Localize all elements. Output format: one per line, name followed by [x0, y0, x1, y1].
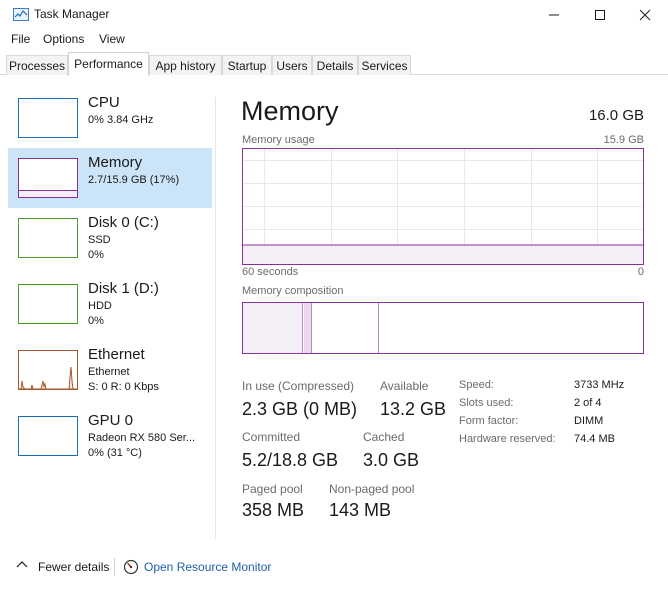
slots-used-label: Slots used:: [459, 397, 514, 409]
memory-composition-bar: [242, 302, 644, 354]
tab-startup[interactable]: Startup: [222, 55, 272, 75]
total-memory: 16.0 GB: [588, 107, 644, 124]
tab-app-history[interactable]: App history: [149, 55, 222, 75]
sidebar-item-name: Memory: [88, 154, 143, 171]
resource-monitor-icon[interactable]: [123, 559, 139, 575]
panel-divider: [215, 97, 216, 539]
window-title: Task Manager: [34, 7, 110, 21]
composition-modified: [304, 303, 312, 353]
graph-time-end: 0: [637, 266, 644, 278]
sidebar-item-disk-1[interactable]: Disk 1 (D:) HDD 0%: [8, 274, 212, 334]
close-icon: [639, 9, 651, 21]
non-paged-pool-label: Non-paged pool: [329, 482, 415, 496]
task-manager-icon: [13, 8, 29, 21]
tab-processes[interactable]: Processes: [6, 55, 68, 75]
sidebar-item-name: Disk 1 (D:): [88, 280, 159, 297]
maximize-button[interactable]: [577, 0, 623, 30]
maximize-icon: [595, 10, 605, 20]
page-title: Memory: [241, 96, 339, 126]
form-factor-value: DIMM: [574, 415, 604, 427]
sidebar-item-type: Radeon RX 580 Ser...: [88, 432, 196, 444]
memory-usage-max: 15.9 GB: [603, 134, 644, 146]
minimize-button[interactable]: [531, 0, 577, 30]
sidebar-item-detail: 2.7/15.9 GB (17%): [88, 174, 180, 186]
committed-label: Committed: [242, 430, 301, 444]
paged-pool-label: Paged pool: [242, 482, 303, 496]
memory-composition-label: Memory composition: [242, 285, 344, 297]
cpu-thumbnail-graph: [18, 98, 78, 138]
form-factor-label: Form factor:: [459, 415, 519, 427]
footer-separator: [114, 558, 115, 576]
sidebar-item-detail: 0% (31 °C): [88, 447, 142, 459]
chevron-up-icon[interactable]: [16, 560, 28, 570]
minimize-icon: [549, 14, 559, 16]
composition-in-use: [243, 303, 303, 353]
available-value: 13.2 GB: [380, 399, 447, 419]
sidebar-item-cpu[interactable]: CPU 0% 3.84 GHz: [8, 88, 212, 148]
sidebar-item-type: SSD: [88, 234, 111, 246]
menu-options[interactable]: Options: [43, 32, 84, 46]
tab-performance[interactable]: Performance: [68, 52, 149, 76]
title-bar[interactable]: Task Manager: [0, 0, 668, 30]
sidebar-item-disk-0[interactable]: Disk 0 (C:) SSD 0%: [8, 208, 212, 268]
memory-usage-label: Memory usage: [242, 134, 315, 146]
sidebar-item-ethernet[interactable]: Ethernet Ethernet S: 0 R: 0 Kbps: [8, 340, 212, 400]
memory-thumbnail-graph: [18, 158, 78, 198]
sidebar-item-name: GPU 0: [88, 412, 134, 429]
composition-standby: [313, 303, 379, 353]
sidebar-item-name: Ethernet: [88, 346, 145, 363]
menu-bar: File Options View: [0, 30, 668, 50]
tab-services[interactable]: Services: [358, 55, 411, 75]
memory-usage-area: [243, 244, 643, 264]
sidebar-item-type: HDD: [88, 300, 112, 312]
paged-pool-value: 358 MB: [242, 500, 305, 520]
task-manager-window: Task Manager File Options View Processes…: [0, 0, 668, 593]
disk-1-thumbnail-graph: [18, 284, 78, 324]
fewer-details-button[interactable]: Fewer details: [38, 560, 109, 574]
tab-details[interactable]: Details: [312, 55, 358, 75]
tab-users[interactable]: Users: [272, 55, 312, 75]
sidebar-item-gpu-0[interactable]: GPU 0 Radeon RX 580 Ser... 0% (31 °C): [8, 406, 212, 466]
hardware-reserved-label: Hardware reserved:: [459, 433, 556, 445]
slots-used-value: 2 of 4: [574, 397, 602, 409]
disk-0-thumbnail-graph: [18, 218, 78, 258]
open-resource-monitor-link[interactable]: Open Resource Monitor: [144, 560, 271, 574]
sidebar-item-detail: S: 0 R: 0 Kbps: [88, 381, 159, 393]
speed-label: Speed:: [459, 379, 494, 391]
gpu-0-thumbnail-graph: [18, 416, 78, 456]
footer-bar: Fewer details Open Resource Monitor: [0, 550, 668, 584]
close-button[interactable]: [622, 0, 668, 30]
non-paged-pool-value: 143 MB: [329, 500, 392, 520]
sidebar-item-memory[interactable]: Memory 2.7/15.9 GB (17%): [8, 148, 212, 208]
memory-usage-graph: [242, 148, 644, 265]
sidebar-item-detail: 0% 3.84 GHz: [88, 114, 154, 126]
sidebar-item-name: Disk 0 (C:): [88, 214, 159, 231]
sidebar-item-type: Ethernet: [88, 366, 130, 378]
hardware-reserved-value: 74.4 MB: [574, 433, 615, 445]
committed-value: 5.2/18.8 GB: [242, 450, 339, 470]
graph-time-start: 60 seconds: [242, 266, 299, 278]
ethernet-thumbnail-graph: [18, 350, 78, 390]
cached-label: Cached: [363, 430, 405, 444]
in-use-value: 2.3 GB (0 MB): [242, 399, 358, 419]
in-use-label: In use (Compressed): [242, 379, 355, 393]
resource-list: CPU 0% 3.84 GHz Memory 2.7/15.9 GB (17%)…: [8, 88, 212, 538]
tab-bar: Processes Performance App history Startu…: [0, 52, 668, 76]
sidebar-item-detail: 0%: [88, 315, 104, 327]
menu-view[interactable]: View: [99, 32, 125, 46]
sidebar-item-detail: 0%: [88, 249, 104, 261]
sidebar-item-name: CPU: [88, 94, 120, 111]
available-label: Available: [380, 379, 429, 393]
speed-value: 3733 MHz: [574, 379, 625, 391]
cached-value: 3.0 GB: [363, 450, 420, 470]
menu-file[interactable]: File: [11, 32, 30, 46]
